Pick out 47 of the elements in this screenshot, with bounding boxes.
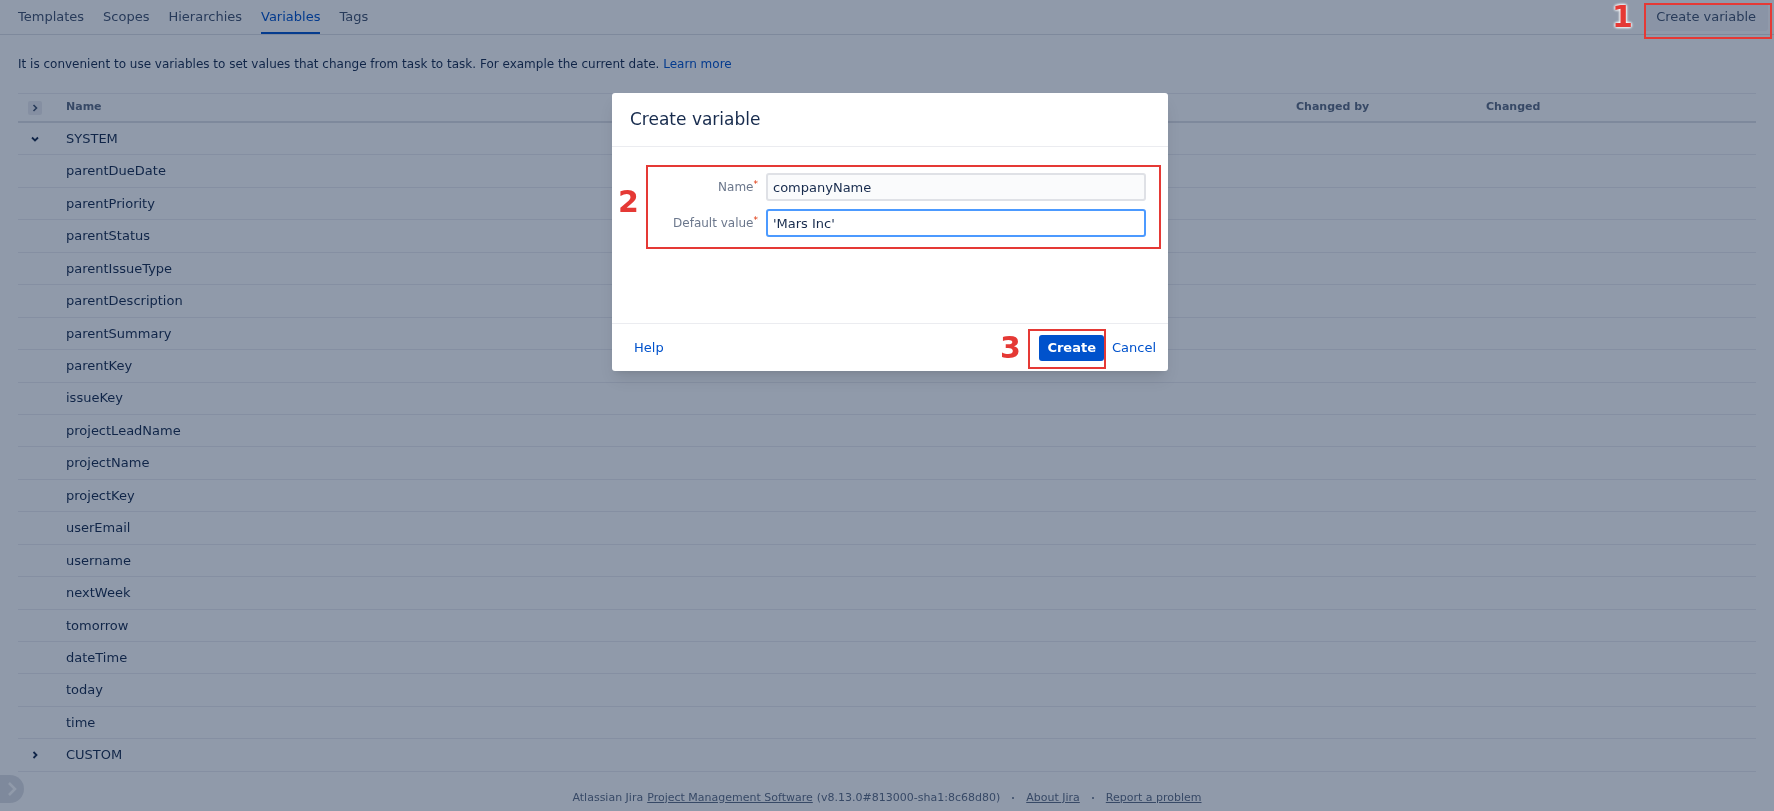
column-header: Name	[66, 99, 103, 116]
cancel-link[interactable]: Cancel	[1111, 337, 1156, 358]
variable-name: today	[66, 681, 103, 700]
tab[interactable]: Scopes	[103, 6, 150, 34]
tab[interactable]: Variables	[261, 6, 321, 34]
about-link[interactable]: About Jira	[1026, 789, 1080, 807]
report-problem-link[interactable]: Report a problem	[1105, 789, 1202, 807]
text-field[interactable]: companyName	[766, 173, 1146, 201]
variable-name: parentSummary	[66, 324, 172, 343]
group-name: SYSTEM	[66, 129, 118, 148]
column-header: Changed by	[1296, 99, 1371, 116]
step-number: 2	[618, 187, 639, 217]
dialog-title: Create variable	[630, 107, 761, 131]
group-name: CUSTOM	[66, 746, 123, 765]
text-field[interactable]: 'Mars Inc'	[766, 209, 1146, 237]
field-label: Default value$^{*}$	[672, 214, 759, 232]
variable-name: parentPriority	[66, 194, 155, 213]
variable-name: userEmail	[66, 519, 131, 538]
variable-name: projectLeadName	[66, 421, 181, 440]
tab[interactable]: Tags	[339, 6, 369, 34]
tab[interactable]: Templates	[18, 6, 85, 34]
variable-name: issueKey	[66, 389, 123, 408]
variable-name: projectName	[66, 454, 150, 473]
create-button[interactable]: Create	[1039, 334, 1104, 361]
variable-name: parentIssueType	[66, 259, 173, 278]
variable-name: dateTime	[66, 648, 128, 667]
step-number: 3	[1000, 333, 1021, 363]
step-number: 1	[1612, 2, 1633, 32]
variable-name: parentKey	[66, 357, 133, 376]
tab[interactable]: Hierarchies	[168, 6, 242, 34]
description-text: It is convenient to use variables to set values that change from task to task. For example the current date. Learn more	[18, 56, 732, 73]
learn-more-link[interactable]: Learn more	[663, 57, 732, 71]
variable-name: nextWeek	[66, 584, 131, 603]
help-link[interactable]: Help	[634, 337, 664, 358]
product-link[interactable]: Project Management Software	[647, 789, 813, 807]
field-label: Name$^{*}$	[717, 178, 759, 196]
variable-name: tomorrow	[66, 616, 129, 635]
variable-name: username	[66, 551, 131, 570]
column-header: Changed	[1486, 99, 1541, 116]
variable-name: parentDueDate	[66, 162, 166, 181]
version-text: (v8.13.0#813000-sha1:8c68d80)	[816, 789, 1001, 806]
footer-text: Atlassian Jira	[572, 789, 644, 806]
variable-name: parentDescription	[66, 292, 183, 311]
create-variable-button[interactable]: Create variable	[1644, 3, 1768, 31]
variable-name: parentStatus	[66, 227, 151, 246]
variable-name: projectKey	[66, 486, 135, 505]
variable-name: time	[66, 713, 96, 732]
